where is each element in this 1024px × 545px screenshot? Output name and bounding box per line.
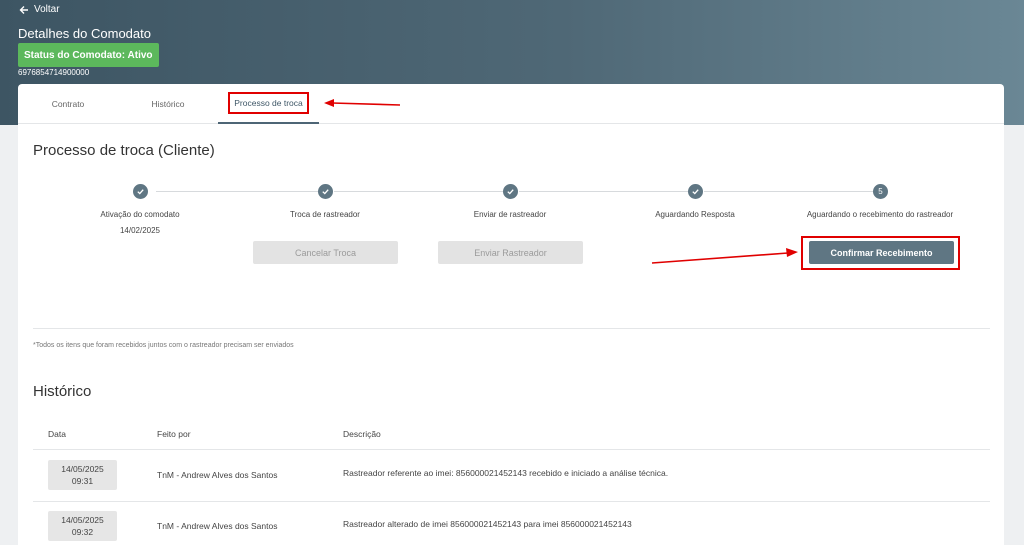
serial-number: 6976854714900000 — [18, 68, 90, 77]
step-4-check — [688, 184, 703, 199]
step-1-date: 14/02/2025 — [119, 226, 161, 235]
row-author: TnM - Andrew Alves dos Santos — [157, 470, 278, 480]
tab-label: Contrato — [51, 99, 85, 109]
row-divider — [33, 449, 990, 450]
history-title: Histórico — [33, 383, 92, 400]
tab-historico[interactable]: Histórico — [133, 84, 203, 124]
check-icon — [137, 189, 144, 195]
tab-processo-de-troca[interactable]: Processo de troca — [218, 84, 319, 124]
row-description: Rastreador referente ao imei: 8560000214… — [343, 468, 669, 478]
column-header-data: Data — [48, 429, 66, 439]
tab-label: Processo de troca — [228, 92, 309, 114]
stepper-connector — [519, 191, 689, 192]
row-date: 14/05/2025 — [61, 515, 104, 525]
step-3-label: Enviar de rastreador — [473, 210, 547, 219]
footnote: *Todos os itens que foram recebidos junt… — [33, 342, 294, 349]
step-5-number: 5 — [873, 184, 888, 199]
check-icon — [322, 189, 329, 195]
tab-contrato[interactable]: Contrato — [33, 84, 103, 124]
page-title: Detalhes do Comodato — [18, 26, 151, 41]
status-badge: Status do Comodato: Ativo — [18, 43, 159, 67]
stepper-connector — [704, 191, 874, 192]
stepper-connector — [334, 191, 504, 192]
back-link[interactable]: Voltar — [19, 4, 60, 15]
tab-bar: Contrato Histórico Processo de troca — [18, 84, 1004, 124]
step-4-label: Aguardando Resposta — [655, 210, 735, 219]
confirm-receipt-button[interactable]: Confirmar Recebimento — [809, 241, 954, 264]
step-2-label: Troca de rastreador — [290, 210, 360, 219]
main-card: Contrato Histórico Processo de troca Pro… — [18, 84, 1004, 545]
tab-label: Histórico — [151, 99, 185, 109]
back-label: Voltar — [34, 4, 60, 15]
date-chip: 14/05/2025 09:32 — [48, 511, 117, 541]
send-tracker-button[interactable]: Enviar Rastreador — [438, 241, 583, 264]
row-divider — [33, 501, 990, 502]
step-5-label: Aguardando o recebimento do rastreador — [806, 210, 954, 219]
section-divider — [33, 328, 990, 329]
process-title: Processo de troca (Cliente) — [33, 142, 215, 159]
row-time: 09:31 — [71, 476, 94, 486]
row-date: 14/05/2025 — [61, 464, 104, 474]
column-header-descricao: Descrição — [343, 429, 381, 439]
stepper-connector — [156, 191, 319, 192]
annotation-arrow-right-icon — [651, 248, 798, 264]
row-author: TnM - Andrew Alves dos Santos — [157, 521, 278, 531]
step-1-check — [133, 184, 148, 199]
check-icon — [507, 189, 514, 195]
step-2-check — [318, 184, 333, 199]
row-time: 09:32 — [71, 527, 94, 537]
step-3-check — [503, 184, 518, 199]
step-1-label: Ativação do comodato — [100, 210, 180, 219]
cancel-exchange-button[interactable]: Cancelar Troca — [253, 241, 398, 264]
date-chip: 14/05/2025 09:31 — [48, 460, 117, 490]
check-icon — [692, 189, 699, 195]
arrow-left-icon — [19, 5, 28, 14]
row-description: Rastreador alterado de imei 856000021452… — [343, 519, 632, 529]
column-header-feito-por: Feito por — [157, 429, 191, 439]
